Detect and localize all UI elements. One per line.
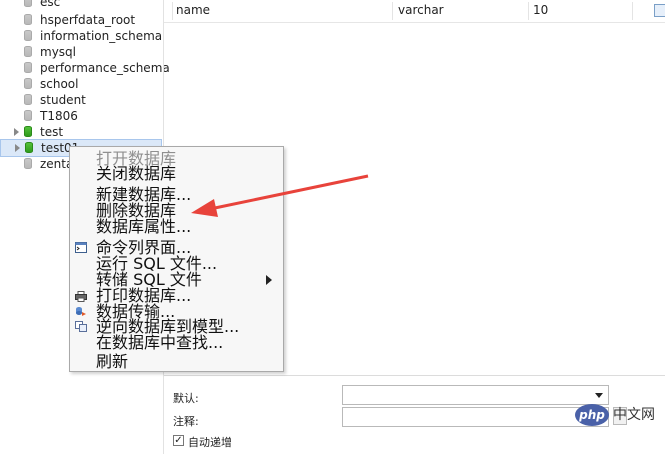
tree-item-label: school <box>40 77 79 91</box>
tree-item-hsperfdata-root[interactable]: hsperfdata_root <box>0 12 163 28</box>
expand-arrow-icon[interactable] <box>14 128 19 136</box>
data-transfer-icon <box>76 307 86 316</box>
database-icon <box>24 158 32 169</box>
tree-item-label: hsperfdata_root <box>40 13 136 27</box>
printer-icon <box>75 291 87 302</box>
default-combo[interactable] <box>342 385 609 405</box>
database-open-icon <box>25 142 33 153</box>
watermark: php 中文网 <box>575 402 665 442</box>
database-icon <box>24 46 32 57</box>
tree-item-mysql[interactable]: mysql <box>0 44 163 60</box>
not-null-checkbox[interactable] <box>654 4 665 17</box>
field-length-cell[interactable]: 10 <box>533 0 548 22</box>
php-logo: php <box>575 404 609 426</box>
tree-item-label: information_schema <box>40 29 163 43</box>
comment-field[interactable] <box>342 407 609 427</box>
database-icon <box>24 78 32 89</box>
tree-item-t1806[interactable]: T1806 <box>0 108 163 124</box>
tree-item-label: mysql <box>40 45 76 59</box>
menu-item-find-in-database[interactable]: 在数据库中查找... <box>96 335 223 351</box>
comment-label: 注释: <box>173 415 199 428</box>
tree-item-label: performance_schema <box>40 61 170 75</box>
database-icon <box>24 14 32 25</box>
auto-increment-label: 自动递增 <box>188 436 232 449</box>
expand-arrow-icon[interactable] <box>15 144 20 152</box>
tree-item-information-schema[interactable]: information_schema <box>0 28 163 44</box>
database-icon <box>24 30 32 41</box>
auto-increment-checkbox[interactable]: ✓ <box>173 435 184 446</box>
terminal-icon <box>75 242 87 253</box>
tree-item-esc[interactable]: esc <box>0 0 163 10</box>
column-separator <box>392 2 393 20</box>
tree-item-school[interactable]: school <box>0 76 163 92</box>
watermark-site-text: 中文网 <box>613 407 655 423</box>
column-separator <box>528 2 529 20</box>
database-icon <box>24 0 32 7</box>
submenu-arrow-icon <box>266 275 272 285</box>
field-table-row[interactable]: name varchar 10 <box>164 0 665 23</box>
tree-item-student[interactable]: student <box>0 92 163 108</box>
reverse-model-icon <box>75 321 87 332</box>
column-separator <box>632 2 633 20</box>
menu-item-refresh[interactable]: 刷新 <box>96 354 128 370</box>
field-type-cell[interactable]: varchar <box>398 0 444 22</box>
tree-item-label: test <box>40 125 64 139</box>
tree-item-test[interactable]: test <box>0 124 163 140</box>
field-name-cell[interactable]: name <box>176 0 210 22</box>
tree-item-label: student <box>40 93 86 107</box>
database-icon <box>24 62 32 73</box>
database-context-menu: 打开数据库 关闭数据库 新建数据库... 删除数据库 数据库属性... 命令列界… <box>69 146 284 372</box>
menu-item-close-database[interactable]: 关闭数据库 <box>96 166 176 182</box>
column-separator <box>172 2 173 20</box>
menu-item-database-properties[interactable]: 数据库属性... <box>96 219 191 235</box>
default-label: 默认: <box>173 392 199 405</box>
database-icon <box>24 94 32 105</box>
tree-item-performance-schema[interactable]: performance_schema <box>0 60 170 76</box>
tree-item-label: T1806 <box>40 109 78 123</box>
database-icon <box>24 110 32 121</box>
tree-item-label: esc <box>40 0 61 9</box>
chevron-down-icon[interactable] <box>595 393 603 398</box>
database-open-icon <box>24 126 32 137</box>
